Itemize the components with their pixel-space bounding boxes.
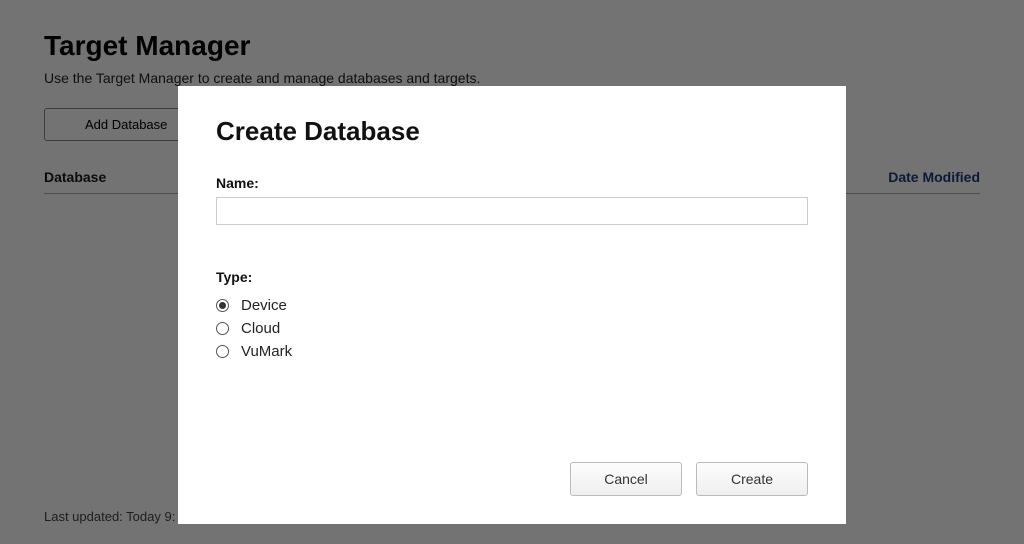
create-database-modal: Create Database Name: Type: Device Cloud… (178, 86, 846, 524)
cancel-button[interactable]: Cancel (570, 462, 682, 496)
type-option-label: Device (241, 297, 287, 314)
type-option-cloud[interactable]: Cloud (216, 320, 808, 337)
type-label: Type: (216, 269, 808, 285)
type-option-label: VuMark (241, 343, 292, 360)
radio-icon (216, 299, 229, 312)
modal-title: Create Database (216, 116, 808, 147)
name-label: Name: (216, 175, 808, 191)
type-option-device[interactable]: Device (216, 297, 808, 314)
type-radio-group: Device Cloud VuMark (216, 297, 808, 360)
radio-icon (216, 322, 229, 335)
radio-icon (216, 345, 229, 358)
modal-overlay: Create Database Name: Type: Device Cloud… (0, 0, 1024, 544)
type-option-label: Cloud (241, 320, 280, 337)
create-button[interactable]: Create (696, 462, 808, 496)
type-option-vumark[interactable]: VuMark (216, 343, 808, 360)
name-input[interactable] (216, 197, 808, 225)
